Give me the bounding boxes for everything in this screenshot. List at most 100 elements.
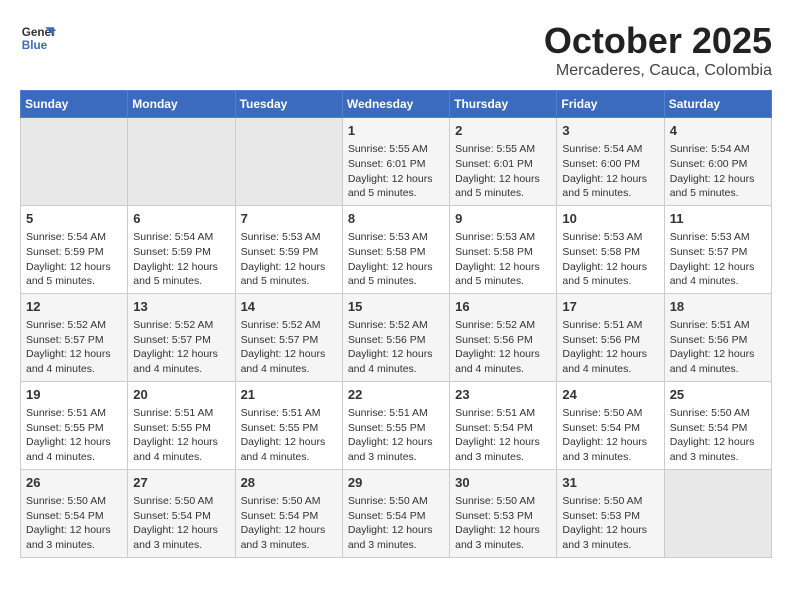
- calendar-cell: 24 Sunrise: 5:50 AM Sunset: 5:54 PM Dayli…: [557, 381, 664, 469]
- day-number: 31: [562, 474, 658, 492]
- day-info: Sunrise: 5:54 AM Sunset: 5:59 PM Dayligh…: [26, 230, 122, 289]
- calendar-cell: 15 Sunrise: 5:52 AM Sunset: 5:56 PM Dayli…: [342, 293, 449, 381]
- calendar-cell: 12 Sunrise: 5:52 AM Sunset: 5:57 PM Dayli…: [21, 293, 128, 381]
- calendar-cell: 20 Sunrise: 5:51 AM Sunset: 5:55 PM Dayli…: [128, 381, 235, 469]
- calendar-cell: 4 Sunrise: 5:54 AM Sunset: 6:00 PM Daylig…: [664, 118, 771, 206]
- day-info: Sunrise: 5:51 AM Sunset: 5:55 PM Dayligh…: [26, 406, 122, 465]
- day-number: 7: [241, 210, 337, 228]
- day-info: Sunrise: 5:52 AM Sunset: 5:56 PM Dayligh…: [455, 318, 551, 377]
- calendar-cell: 7 Sunrise: 5:53 AM Sunset: 5:59 PM Daylig…: [235, 205, 342, 293]
- calendar-cell: 21 Sunrise: 5:51 AM Sunset: 5:55 PM Dayli…: [235, 381, 342, 469]
- day-info: Sunrise: 5:52 AM Sunset: 5:57 PM Dayligh…: [26, 318, 122, 377]
- calendar-cell: 5 Sunrise: 5:54 AM Sunset: 5:59 PM Daylig…: [21, 205, 128, 293]
- calendar-cell: 30Sunrise: 5:50 AM Sunset: 5:53 PM Dayli…: [450, 469, 557, 557]
- calendar-cell: 10Sunrise: 5:53 AM Sunset: 5:58 PM Dayli…: [557, 205, 664, 293]
- weekday-header-row: SundayMondayTuesdayWednesdayThursdayFrid…: [21, 91, 772, 118]
- day-number: 27: [133, 474, 229, 492]
- day-number: 3: [562, 122, 658, 140]
- calendar-week-row: 12 Sunrise: 5:52 AM Sunset: 5:57 PM Dayli…: [21, 293, 772, 381]
- month-title: October 2025: [544, 20, 772, 62]
- day-info: Sunrise: 5:51 AM Sunset: 5:55 PM Dayligh…: [241, 406, 337, 465]
- calendar-cell: 26Sunrise: 5:50 AM Sunset: 5:54 PM Dayli…: [21, 469, 128, 557]
- day-number: 20: [133, 386, 229, 404]
- day-number: 30: [455, 474, 551, 492]
- calendar-cell: 19 Sunrise: 5:51 AM Sunset: 5:55 PM Dayli…: [21, 381, 128, 469]
- day-info: Sunrise: 5:51 AM Sunset: 5:56 PM Dayligh…: [562, 318, 658, 377]
- day-number: 2: [455, 122, 551, 140]
- day-info: Sunrise: 5:53 AM Sunset: 5:58 PM Dayligh…: [455, 230, 551, 289]
- day-number: 12: [26, 298, 122, 316]
- day-number: 16: [455, 298, 551, 316]
- weekday-header-thursday: Thursday: [450, 91, 557, 118]
- day-number: 13: [133, 298, 229, 316]
- day-number: 24: [562, 386, 658, 404]
- calendar-week-row: 5 Sunrise: 5:54 AM Sunset: 5:59 PM Daylig…: [21, 205, 772, 293]
- day-number: 21: [241, 386, 337, 404]
- day-number: 28: [241, 474, 337, 492]
- day-number: 14: [241, 298, 337, 316]
- calendar-cell: 31 Sunrise: 5:50 AM Sunset: 5:53 PM Dayli…: [557, 469, 664, 557]
- logo: General Blue: [20, 20, 56, 56]
- day-info: Sunrise: 5:50 AM Sunset: 5:54 PM Dayligh…: [562, 406, 658, 465]
- svg-text:Blue: Blue: [22, 39, 48, 52]
- day-info: Sunrise: 5:50 AM Sunset: 5:53 PM Dayligh…: [562, 494, 658, 553]
- location-title: Mercaderes, Cauca, Colombia: [544, 62, 772, 80]
- day-info: Sunrise: 5:52 AM Sunset: 5:56 PM Dayligh…: [348, 318, 444, 377]
- calendar-cell: 17 Sunrise: 5:51 AM Sunset: 5:56 PM Dayli…: [557, 293, 664, 381]
- day-number: 23: [455, 386, 551, 404]
- day-number: 19: [26, 386, 122, 404]
- day-info: Sunrise: 5:50 AM Sunset: 5:54 PM Dayligh…: [26, 494, 122, 553]
- calendar-cell: 2Sunrise: 5:55 AM Sunset: 6:01 PM Daylig…: [450, 118, 557, 206]
- day-number: 18: [670, 298, 766, 316]
- day-number: 17: [562, 298, 658, 316]
- logo-icon: General Blue: [20, 20, 56, 56]
- weekday-header-saturday: Saturday: [664, 91, 771, 118]
- day-info: Sunrise: 5:54 AM Sunset: 6:00 PM Dayligh…: [562, 142, 658, 201]
- day-info: Sunrise: 5:51 AM Sunset: 5:55 PM Dayligh…: [133, 406, 229, 465]
- calendar-cell: 11Sunrise: 5:53 AM Sunset: 5:57 PM Dayli…: [664, 205, 771, 293]
- day-info: Sunrise: 5:53 AM Sunset: 5:58 PM Dayligh…: [348, 230, 444, 289]
- day-info: Sunrise: 5:50 AM Sunset: 5:54 PM Dayligh…: [241, 494, 337, 553]
- weekday-header-wednesday: Wednesday: [342, 91, 449, 118]
- calendar-cell: [21, 118, 128, 206]
- day-info: Sunrise: 5:54 AM Sunset: 6:00 PM Dayligh…: [670, 142, 766, 201]
- page-header: General Blue October 2025 Mercaderes, Ca…: [20, 20, 772, 80]
- day-number: 11: [670, 210, 766, 228]
- calendar-week-row: 26Sunrise: 5:50 AM Sunset: 5:54 PM Dayli…: [21, 469, 772, 557]
- day-info: Sunrise: 5:52 AM Sunset: 5:57 PM Dayligh…: [241, 318, 337, 377]
- day-number: 22: [348, 386, 444, 404]
- weekday-header-sunday: Sunday: [21, 91, 128, 118]
- calendar-cell: 29 Sunrise: 5:50 AM Sunset: 5:54 PM Dayli…: [342, 469, 449, 557]
- day-number: 9: [455, 210, 551, 228]
- day-info: Sunrise: 5:50 AM Sunset: 5:54 PM Dayligh…: [348, 494, 444, 553]
- day-number: 1: [348, 122, 444, 140]
- day-info: Sunrise: 5:50 AM Sunset: 5:54 PM Dayligh…: [133, 494, 229, 553]
- day-number: 25: [670, 386, 766, 404]
- calendar-week-row: 1 Sunrise: 5:55 AM Sunset: 6:01 PM Daylig…: [21, 118, 772, 206]
- calendar-week-row: 19 Sunrise: 5:51 AM Sunset: 5:55 PM Dayli…: [21, 381, 772, 469]
- day-number: 5: [26, 210, 122, 228]
- calendar-cell: 6Sunrise: 5:54 AM Sunset: 5:59 PM Daylig…: [128, 205, 235, 293]
- day-number: 10: [562, 210, 658, 228]
- day-info: Sunrise: 5:51 AM Sunset: 5:55 PM Dayligh…: [348, 406, 444, 465]
- calendar-cell: [664, 469, 771, 557]
- day-info: Sunrise: 5:53 AM Sunset: 5:59 PM Dayligh…: [241, 230, 337, 289]
- calendar-cell: 23Sunrise: 5:51 AM Sunset: 5:54 PM Dayli…: [450, 381, 557, 469]
- weekday-header-friday: Friday: [557, 91, 664, 118]
- calendar-cell: 9 Sunrise: 5:53 AM Sunset: 5:58 PM Daylig…: [450, 205, 557, 293]
- title-section: October 2025 Mercaderes, Cauca, Colombia: [544, 20, 772, 80]
- day-number: 6: [133, 210, 229, 228]
- calendar-cell: 14 Sunrise: 5:52 AM Sunset: 5:57 PM Dayli…: [235, 293, 342, 381]
- day-info: Sunrise: 5:55 AM Sunset: 6:01 PM Dayligh…: [348, 142, 444, 201]
- calendar-cell: 8 Sunrise: 5:53 AM Sunset: 5:58 PM Daylig…: [342, 205, 449, 293]
- weekday-header-monday: Monday: [128, 91, 235, 118]
- day-number: 8: [348, 210, 444, 228]
- calendar-cell: 16 Sunrise: 5:52 AM Sunset: 5:56 PM Dayli…: [450, 293, 557, 381]
- calendar-cell: 22 Sunrise: 5:51 AM Sunset: 5:55 PM Dayli…: [342, 381, 449, 469]
- day-number: 15: [348, 298, 444, 316]
- calendar-cell: 27 Sunrise: 5:50 AM Sunset: 5:54 PM Dayli…: [128, 469, 235, 557]
- calendar-cell: 1 Sunrise: 5:55 AM Sunset: 6:01 PM Daylig…: [342, 118, 449, 206]
- day-number: 29: [348, 474, 444, 492]
- calendar-cell: 13Sunrise: 5:52 AM Sunset: 5:57 PM Dayli…: [128, 293, 235, 381]
- day-number: 4: [670, 122, 766, 140]
